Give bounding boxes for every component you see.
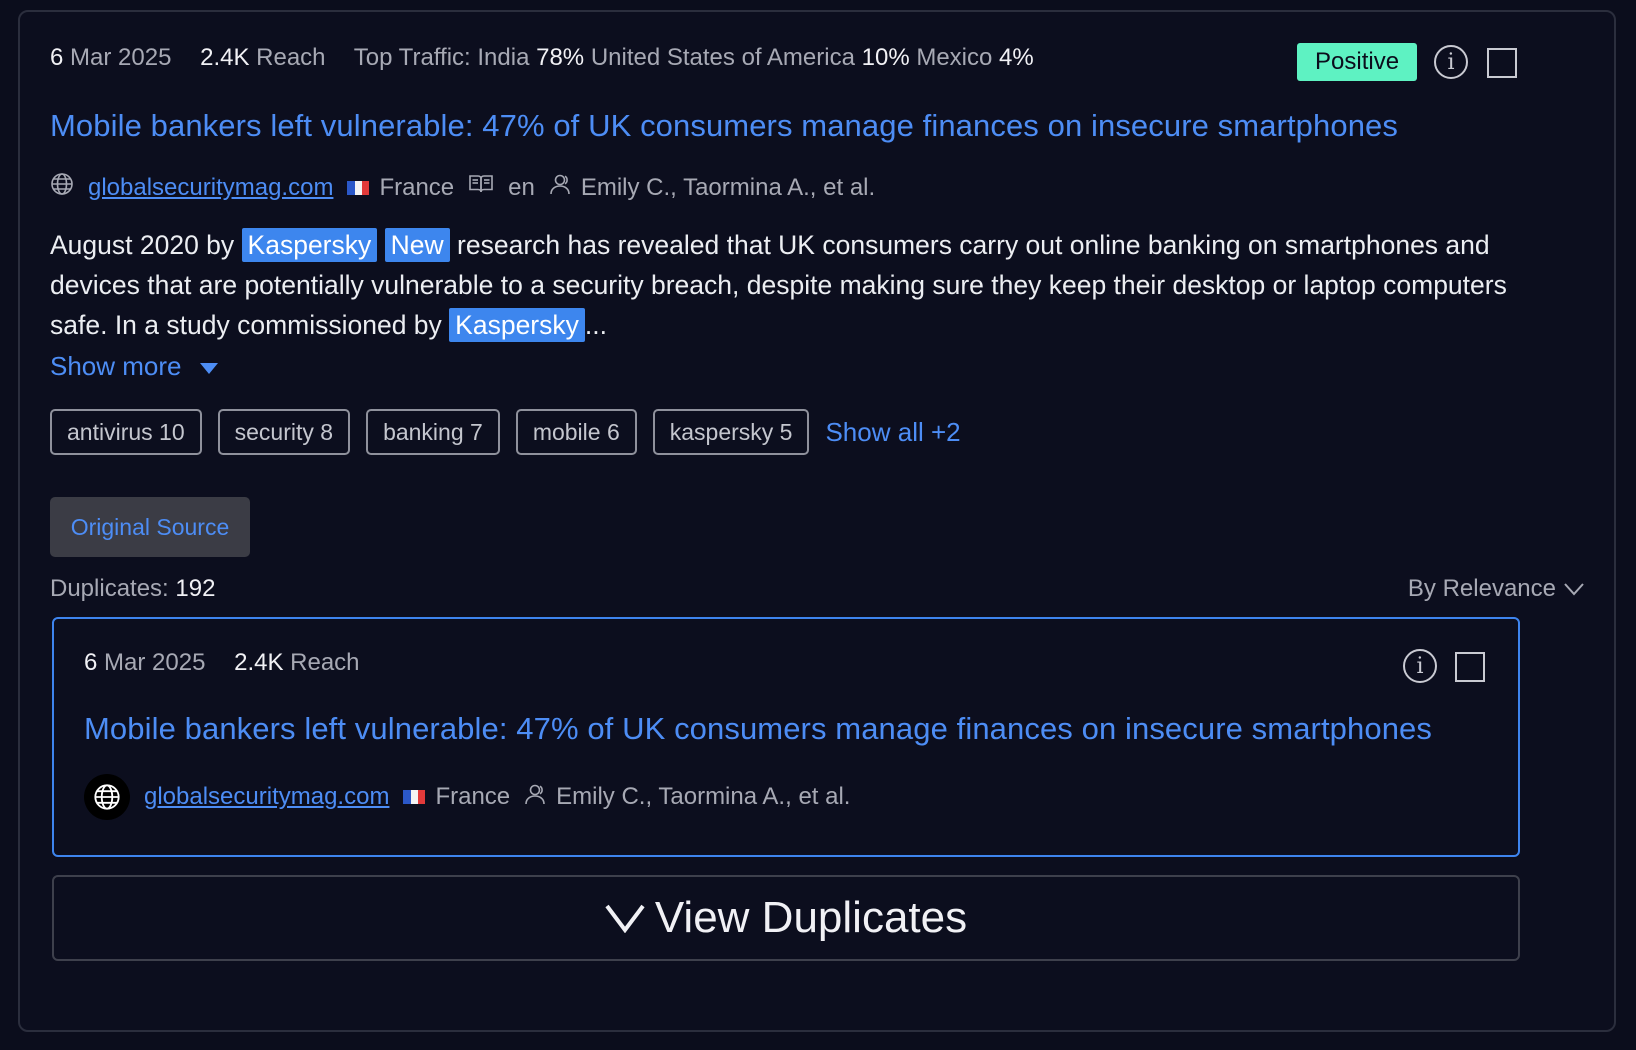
authors-icon	[524, 783, 548, 812]
globe-icon	[84, 774, 130, 820]
duplicate-source-row: globalsecuritymag.com France Emily C., T…	[84, 774, 850, 820]
book-icon	[468, 173, 494, 202]
article-card: 6 Mar 2025 2.4K Reach Top Traffic: India…	[18, 10, 1616, 1032]
tag-chip[interactable]: kaspersky 5	[652, 409, 810, 455]
traffic-country: Mexico	[916, 44, 993, 71]
duplicates-count: Duplicates: 192	[50, 575, 215, 603]
tags-row: antivirus 10 security 8 banking 7 mobile…	[50, 409, 961, 455]
reach-value: 2.4K	[200, 44, 250, 71]
duplicate-meta: 6 Mar 2025 2.4K Reach	[84, 649, 360, 677]
select-checkbox[interactable]	[1487, 48, 1517, 78]
view-duplicates-button[interactable]: View Duplicates	[52, 875, 1520, 961]
snippet-ellipsis: ...	[584, 310, 607, 340]
authors-label: Emily C., Taormina A., et al.	[556, 783, 851, 810]
duplicates-label: Duplicates:	[50, 575, 169, 602]
source-link[interactable]: globalsecuritymag.com	[88, 174, 333, 202]
duplicate-card[interactable]: 6 Mar 2025 2.4K Reach i Mobile bankers l…	[52, 617, 1520, 857]
duplicate-title[interactable]: Mobile bankers left vulnerable: 47% of U…	[84, 711, 1432, 747]
show-all-tags-link[interactable]: Show all +2	[825, 417, 960, 448]
traffic-pct: 78%	[536, 44, 585, 71]
globe-icon	[50, 172, 74, 203]
original-source-button[interactable]: Original Source	[50, 497, 250, 557]
keyword-highlight: New	[384, 228, 450, 262]
info-icon[interactable]: i	[1403, 649, 1437, 683]
authors-icon	[549, 173, 573, 202]
info-icon[interactable]: i	[1434, 45, 1468, 79]
show-more-button[interactable]: Show more	[50, 351, 218, 382]
source-row: globalsecuritymag.com France en Emily C.…	[50, 172, 875, 203]
reach-value: 2.4K	[234, 649, 284, 676]
tag-chip[interactable]: antivirus 10	[50, 409, 202, 455]
reach-label: Reach	[290, 649, 360, 676]
country-label: France	[379, 173, 455, 201]
traffic-country: United States of America	[590, 44, 855, 71]
france-flag-icon	[347, 180, 370, 195]
duplicates-number: 192	[175, 575, 216, 602]
tag-chip[interactable]: mobile 6	[515, 409, 637, 455]
chevron-down-icon	[605, 903, 645, 933]
keyword-highlight: Kaspersky	[241, 228, 378, 262]
traffic-pct: 4%	[999, 44, 1034, 71]
date-day: 6	[50, 44, 64, 71]
keyword-highlight: Kaspersky	[449, 308, 585, 342]
reach-label: Reach	[256, 44, 326, 71]
sort-label: By Relevance	[1407, 575, 1556, 602]
sort-dropdown[interactable]: By Relevance	[1408, 575, 1584, 603]
show-more-label: Show more	[50, 351, 182, 381]
caret-down-icon	[199, 351, 218, 382]
article-snippet: August 2020 by Kaspersky New research ha…	[50, 225, 1530, 345]
source-link[interactable]: globalsecuritymag.com	[144, 783, 389, 811]
traffic-label: Top Traffic:	[353, 44, 471, 71]
language-label: en	[508, 173, 535, 201]
france-flag-icon	[403, 790, 426, 804]
authors-label: Emily C., Taormina A., et al.	[580, 173, 876, 201]
date-rest: Mar 2025	[70, 44, 172, 71]
date-day: 6	[84, 649, 98, 676]
article-title[interactable]: Mobile bankers left vulnerable: 47% of U…	[50, 108, 1398, 144]
article-meta: 6 Mar 2025 2.4K Reach Top Traffic: India…	[50, 44, 1034, 72]
tag-chip[interactable]: security 8	[217, 409, 351, 455]
traffic-pct: 10%	[861, 44, 910, 71]
select-checkbox[interactable]	[1455, 652, 1485, 682]
view-duplicates-label: View Duplicates	[654, 893, 968, 942]
chevron-down-icon	[1564, 582, 1584, 596]
tag-chip[interactable]: banking 7	[366, 409, 500, 455]
traffic-country: India	[477, 44, 530, 71]
country-label: France	[435, 783, 511, 810]
sentiment-badge[interactable]: Positive	[1297, 43, 1418, 81]
snippet-text: August 2020 by	[50, 230, 235, 260]
date-rest: Mar 2025	[104, 649, 206, 676]
